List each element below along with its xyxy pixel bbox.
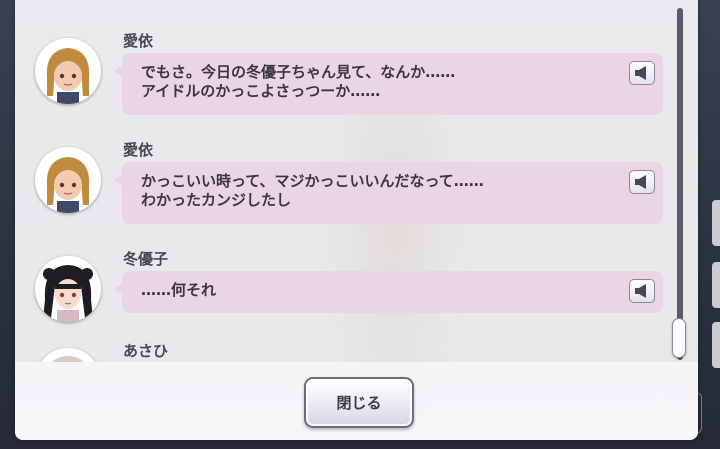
dialogue-line: ……何それ	[141, 281, 217, 299]
log-entry: 愛依 かっこいい時って、マジかっこいいんだなって…… わかったカンジしたし	[15, 119, 675, 224]
speaker-icon	[635, 175, 646, 189]
log-entry: あさひ	[15, 320, 675, 362]
dialogue-line: でもさ。今日の冬優子ちゃん見て、なんか……	[141, 63, 456, 81]
speaker-name: あさひ	[123, 342, 169, 360]
log-panel: 愛依 でもさ。今日の冬優子ちゃん見て、なんか…… アイドルのかっこよさっつーか……	[15, 0, 698, 440]
log-list[interactable]: 愛依 でもさ。今日の冬優子ちゃん見て、なんか…… アイドルのかっこよさっつーか……	[15, 0, 675, 362]
asahi-avatar	[35, 348, 101, 362]
speaker-name: 愛依	[123, 141, 154, 159]
speaker-icon	[635, 66, 646, 80]
side-tab	[712, 262, 720, 308]
log-entry: 愛依 でもさ。今日の冬優子ちゃん見て、なんか…… アイドルのかっこよさっつーか……	[15, 10, 675, 115]
dialogue-bubble: でもさ。今日の冬優子ちゃん見て、なんか…… アイドルのかっこよさっつーか……	[114, 53, 663, 115]
dialogue-line: アイドルのかっこよさっつーか……	[141, 82, 381, 100]
voice-play-button[interactable]	[629, 170, 655, 194]
dialogue-bubble: ……何それ	[114, 271, 663, 313]
speaker-name: 冬優子	[123, 250, 169, 268]
dialogue-bubble: かっこいい時って、マジかっこいいんだなって…… わかったカンジしたし	[114, 162, 663, 224]
scrollbar-track[interactable]	[677, 8, 683, 360]
dialogue-line: わかったカンジしたし	[141, 191, 292, 209]
log-entry: 冬優子 ……何それ	[15, 228, 675, 328]
fuyuko-avatar	[35, 256, 101, 322]
close-button[interactable]: 閉じる	[304, 377, 414, 428]
scrollbar-thumb[interactable]	[672, 318, 686, 358]
dialogue-line: かっこいい時って、マジかっこいいんだなって……	[141, 172, 484, 190]
voice-play-button[interactable]	[629, 61, 655, 85]
speaker-icon	[635, 284, 646, 298]
side-tab	[712, 200, 720, 246]
side-tab	[712, 322, 720, 368]
speaker-name: 愛依	[123, 32, 154, 50]
aiki-avatar	[35, 147, 101, 213]
voice-play-button[interactable]	[629, 279, 655, 303]
aiki-avatar	[35, 38, 101, 104]
